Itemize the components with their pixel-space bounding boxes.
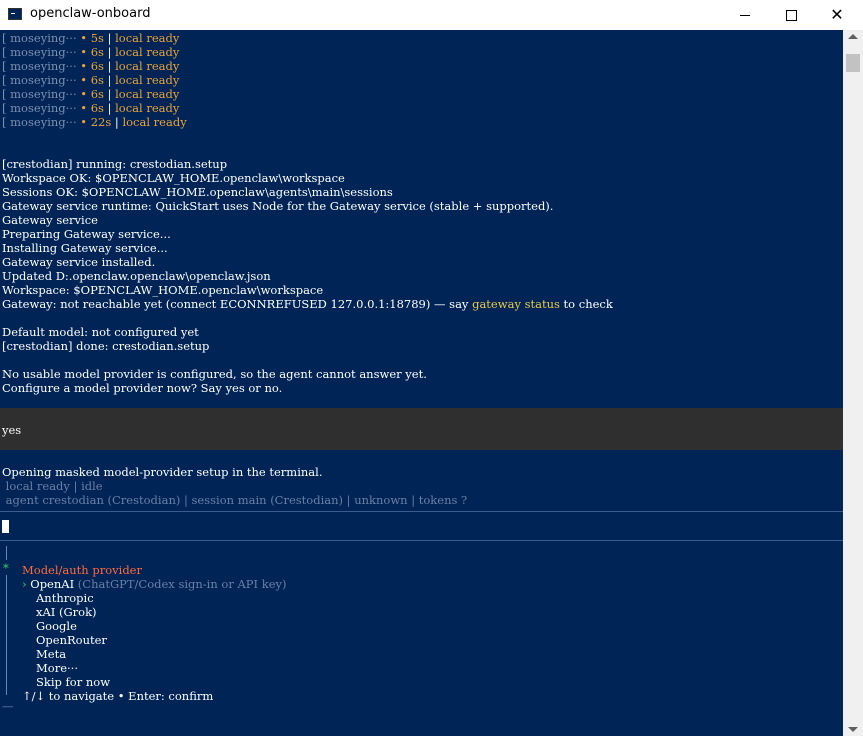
log-line: Preparing Gateway service...	[2, 227, 171, 241]
log-line: Workspace: $OPENCLAW_HOME.openclaw\works…	[2, 283, 324, 297]
log-line: Gateway service	[2, 213, 98, 227]
status-row: [ moseying··· • 6s | local ready	[2, 73, 180, 87]
log-line: Updated D:.openclaw.openclaw\openclaw.js…	[2, 269, 271, 283]
menu-option-openai[interactable]: › OpenAI (ChatGPT/Codex sign-in or API k…	[22, 577, 287, 591]
menu-option-meta[interactable]: Meta	[36, 647, 66, 661]
menu-option-google[interactable]: Google	[36, 619, 77, 633]
menu-footer-hint: ↑/↓ to navigate • Enter: confirm	[22, 689, 214, 703]
menu-gutter-line	[6, 575, 7, 695]
divider	[0, 511, 843, 512]
menu-option-anthropic[interactable]: Anthropic	[36, 591, 94, 605]
scroll-up-arrow-icon[interactable]	[848, 34, 858, 39]
prompt-line: No usable model provider is configured, …	[2, 367, 427, 381]
status-row: [ moseying··· • 6s | local ready	[2, 101, 180, 115]
log-line: Workspace OK: $OPENCLAW_HOME.openclaw\wo…	[2, 171, 345, 185]
scroll-down-arrow-icon[interactable]	[848, 727, 858, 732]
log-line: Installing Gateway service...	[2, 241, 168, 255]
user-input-text: yes	[2, 423, 22, 437]
opening-line: Opening masked model-provider setup in t…	[2, 465, 323, 479]
gateway-status-command: gateway status	[472, 297, 560, 311]
menu-title: Model/auth provider	[22, 563, 142, 577]
vertical-scrollbar[interactable]	[843, 30, 863, 736]
log-line: Default model: not configured yet	[2, 325, 199, 339]
log-line: [crestodian] running: crestodian.setup	[2, 157, 228, 171]
user-message-band	[0, 408, 843, 450]
terminal-output[interactable]: [ moseying··· • 5s | local ready [ mosey…	[0, 30, 843, 736]
menu-option-more[interactable]: More···	[36, 661, 78, 675]
status-row: [ moseying··· • 22s | local ready	[2, 115, 187, 129]
menu-gutter-star: *	[3, 561, 9, 575]
log-line: Gateway service installed.	[2, 255, 156, 269]
prompt-line: Configure a model provider now? Say yes …	[2, 381, 283, 395]
menu-gutter-top	[6, 546, 7, 560]
menu-option-skip[interactable]: Skip for now	[36, 675, 110, 689]
minimize-icon	[740, 14, 750, 16]
maximize-button[interactable]	[768, 0, 814, 30]
log-line: Sessions OK: $OPENCLAW_HOME.openclaw\age…	[2, 185, 393, 199]
status-bar-session: agent crestodian (Crestodian) | session …	[2, 493, 468, 507]
menu-gutter-bottom: —	[2, 699, 14, 713]
close-icon: ✕	[830, 5, 844, 24]
divider	[0, 540, 843, 541]
minimize-button[interactable]	[722, 0, 768, 30]
log-line: [crestodian] done: crestodian.setup	[2, 339, 210, 353]
close-button[interactable]: ✕	[814, 0, 860, 30]
maximize-icon	[785, 9, 797, 21]
status-row: [ moseying··· • 6s | local ready	[2, 59, 180, 73]
status-row: [ moseying··· • 6s | local ready	[2, 87, 180, 101]
terminal-app-icon	[8, 8, 22, 20]
log-line: Gateway service runtime: QuickStart uses…	[2, 199, 554, 213]
window-title: openclaw-onboard	[30, 6, 151, 21]
status-row: [ moseying··· • 5s | local ready	[2, 31, 180, 45]
menu-option-openrouter[interactable]: OpenRouter	[36, 633, 107, 647]
menu-option-xai[interactable]: xAI (Grok)	[36, 605, 97, 619]
title-bar: openclaw-onboard ✕	[0, 0, 863, 30]
status-row: [ moseying··· • 6s | local ready	[2, 45, 180, 59]
input-cursor[interactable]	[2, 520, 9, 533]
gateway-status-line: Gateway: not reachable yet (connect ECON…	[2, 297, 613, 311]
status-bar-state: local ready | idle	[2, 479, 103, 493]
scroll-thumb[interactable]	[846, 54, 860, 72]
